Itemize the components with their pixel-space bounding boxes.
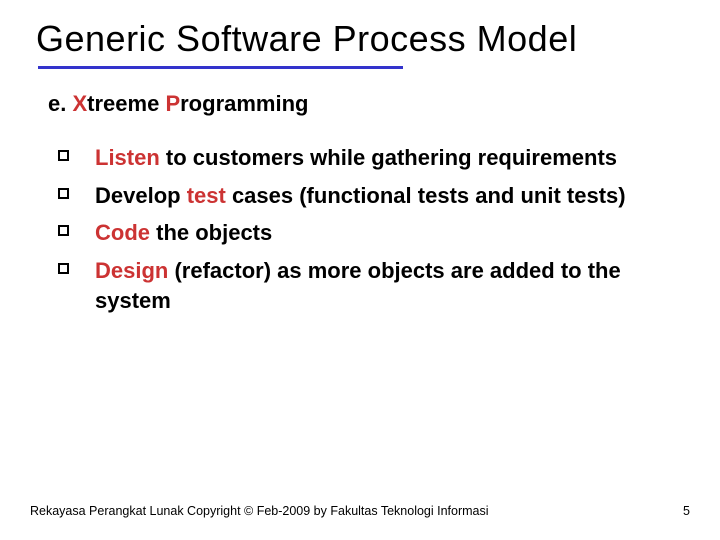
subtitle-accent-p: P bbox=[165, 91, 180, 116]
subtitle-part1: e. bbox=[48, 91, 72, 116]
bullet-pre: Develop bbox=[95, 183, 187, 208]
bullet-rest: (refactor) as more objects are added to … bbox=[95, 258, 621, 313]
subtitle-part3: rogramming bbox=[180, 91, 308, 116]
subtitle-accent-x: X bbox=[72, 91, 87, 116]
bullet-rest: the objects bbox=[150, 220, 272, 245]
bullet-marker-icon bbox=[58, 263, 69, 274]
slide: Generic Software Process Model e. Xtreem… bbox=[0, 0, 720, 540]
list-item: Design (refactor) as more objects are ad… bbox=[58, 256, 690, 315]
page-number: 5 bbox=[683, 504, 690, 518]
bullet-text: Listen to customers while gathering requ… bbox=[95, 143, 617, 173]
bullet-accent: Listen bbox=[95, 145, 160, 170]
bullet-text: Develop test cases (functional tests and… bbox=[95, 181, 626, 211]
bullet-marker-icon bbox=[58, 150, 69, 161]
bullet-text: Code the objects bbox=[95, 218, 272, 248]
list-item: Develop test cases (functional tests and… bbox=[58, 181, 690, 211]
slide-subtitle: e. Xtreeme Programming bbox=[48, 91, 690, 117]
bullet-text: Design (refactor) as more objects are ad… bbox=[95, 256, 655, 315]
bullet-rest: to customers while gathering requirement… bbox=[160, 145, 617, 170]
slide-footer: Rekayasa Perangkat Lunak Copyright © Feb… bbox=[30, 504, 690, 518]
bullet-marker-icon bbox=[58, 225, 69, 236]
list-item: Listen to customers while gathering requ… bbox=[58, 143, 690, 173]
bullet-accent: Design bbox=[95, 258, 168, 283]
bullet-rest: cases (functional tests and unit tests) bbox=[226, 183, 626, 208]
bullet-list: Listen to customers while gathering requ… bbox=[58, 143, 690, 315]
bullet-accent: test bbox=[187, 183, 226, 208]
bullet-accent: Code bbox=[95, 220, 150, 245]
subtitle-part2: treeme bbox=[87, 91, 165, 116]
footer-copyright: Rekayasa Perangkat Lunak Copyright © Feb… bbox=[30, 504, 489, 518]
bullet-marker-icon bbox=[58, 188, 69, 199]
page-title: Generic Software Process Model bbox=[36, 18, 690, 60]
list-item: Code the objects bbox=[58, 218, 690, 248]
title-underline bbox=[38, 66, 403, 69]
